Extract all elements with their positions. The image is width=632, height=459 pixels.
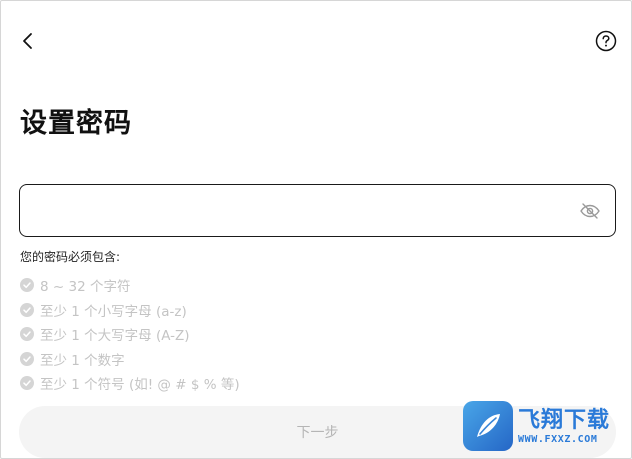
set-password-screen: 设置密码 您的密码必须包含: 8 ~ 32 个字符 至少 1 个小写字母 (a-… [0,0,632,459]
requirement-text: 至少 1 个小写字母 (a-z) [40,303,187,320]
requirement-lowercase: 至少 1 个小写字母 (a-z) [20,298,240,323]
back-button[interactable] [15,28,41,54]
requirement-text: 至少 1 个数字 [40,352,125,369]
password-input[interactable] [34,185,577,236]
requirements-heading: 您的密码必须包含: [20,250,121,264]
watermark-logo [463,401,513,451]
question-circle-icon [595,30,617,52]
requirement-symbol: 至少 1 个符号 (如! @ # $ % 等) [20,371,240,396]
requirement-digit: 至少 1 个数字 [20,347,240,372]
check-circle-icon [20,302,34,317]
check-circle-icon [20,278,34,293]
watermark-title: 飞翔下载 [518,407,611,433]
check-circle-icon [20,351,34,366]
help-button[interactable] [593,28,619,54]
chevron-left-icon [23,33,32,49]
toggle-visibility-button[interactable] [577,198,603,224]
requirement-text: 8 ~ 32 个字符 [40,279,131,296]
check-circle-icon [20,376,34,391]
eye-off-icon [580,202,600,219]
watermark: 飞翔下载 WWW.FXXZ.COM [463,399,629,453]
watermark-url: WWW.FXXZ.COM [518,433,598,445]
requirement-text: 至少 1 个符号 (如! @ # $ % 等) [40,377,240,394]
page-title: 设置密码 [20,108,132,139]
check-circle-icon [20,327,34,342]
requirements-list: 8 ~ 32 个字符 至少 1 个小写字母 (a-z) 至少 1 个大写字母 (… [20,273,240,396]
requirement-length: 8 ~ 32 个字符 [20,273,240,298]
requirement-uppercase: 至少 1 个大写字母 (A-Z) [20,322,240,347]
requirement-text: 至少 1 个大写字母 (A-Z) [40,328,190,345]
feather-logo-icon [477,414,500,437]
password-field[interactable] [19,184,616,237]
